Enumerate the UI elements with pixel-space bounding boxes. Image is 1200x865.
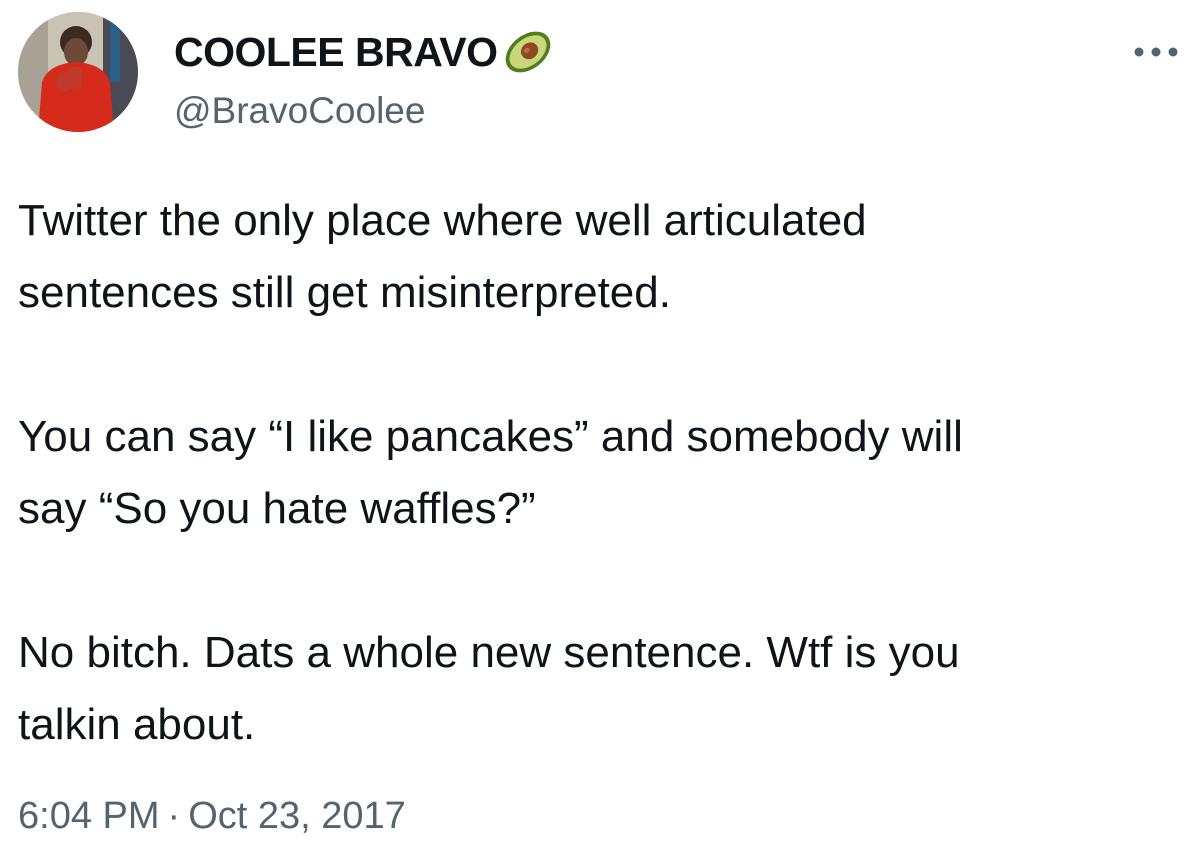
author-handle[interactable]: @BravoCoolee: [174, 90, 556, 132]
avatar-photo: [18, 12, 138, 132]
more-horizontal-icon: [1134, 47, 1178, 57]
tweet-paragraph: Twitter the only place where well articu…: [18, 196, 867, 317]
tweet-time-link[interactable]: 6:04 PM: [18, 795, 160, 837]
avocado-icon: [500, 30, 556, 74]
tweet-header: COOLEE BRAVO @BravoCoolee: [18, 12, 1182, 137]
timestamp-separator: ·: [167, 795, 181, 837]
display-name-row: COOLEE BRAVO: [174, 22, 556, 82]
tweet-date-link[interactable]: Oct 23, 2017: [188, 795, 406, 837]
tweet-card: COOLEE BRAVO @BravoCoolee Twitter the on…: [0, 0, 1200, 865]
avatar[interactable]: [18, 12, 138, 132]
tweet-paragraph: No bitch. Dats a whole new sentence. Wtf…: [18, 628, 960, 749]
author-display-name[interactable]: COOLEE BRAVO: [174, 29, 498, 76]
tweet-paragraph: You can say “I like pancakes” and somebo…: [18, 412, 963, 533]
more-options-button[interactable]: [1130, 32, 1182, 72]
tweet-text: Twitter the only place where well articu…: [18, 185, 1178, 761]
author-identity: COOLEE BRAVO @BravoCoolee: [174, 22, 556, 132]
tweet-timestamp: 6:04 PM · Oct 23, 2017: [18, 795, 406, 838]
